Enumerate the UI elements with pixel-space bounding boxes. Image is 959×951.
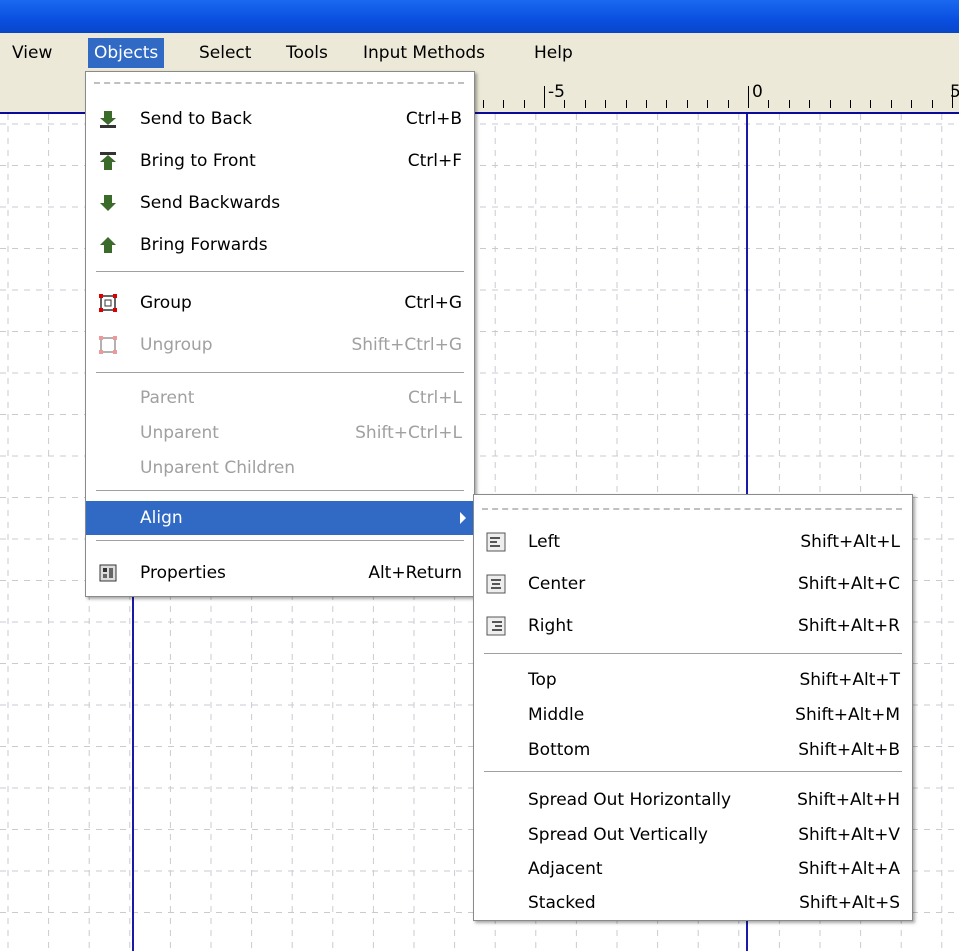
bring-forwards-icon — [100, 237, 116, 253]
menu-item-properties[interactable]: Properties Alt+Return — [86, 556, 474, 590]
menu-select[interactable]: Select — [193, 38, 257, 68]
tearoff-line[interactable] — [94, 82, 464, 84]
menu-separator — [484, 771, 902, 772]
ungroup-icon — [99, 336, 117, 354]
menu-item-align-top[interactable]: Top Shift+Alt+T — [474, 663, 912, 697]
menu-separator — [96, 490, 464, 491]
ruler-tick — [625, 100, 627, 108]
menu-bar: View Objects Select Tools Input Methods … — [0, 33, 959, 72]
menu-item-adjacent[interactable]: Adjacent Shift+Alt+A — [474, 852, 912, 886]
menu-item-send-to-back[interactable]: Send to Back Ctrl+B — [86, 102, 474, 136]
bring-to-front-icon — [100, 152, 116, 170]
menu-item-bring-to-front[interactable]: Bring to Front Ctrl+F — [86, 144, 474, 178]
submenu-arrow-icon — [460, 512, 466, 524]
ruler-tick — [707, 100, 709, 108]
menu-item-align-right[interactable]: Right Shift+Alt+R — [474, 609, 912, 643]
align-center-icon — [486, 574, 506, 594]
ruler-tick — [544, 86, 545, 108]
ruler-tick — [870, 100, 872, 108]
menu-item-align-bottom[interactable]: Bottom Shift+Alt+B — [474, 733, 912, 767]
menu-item-unparent-children: Unparent Children — [140, 458, 296, 478]
send-backwards-icon — [100, 195, 116, 211]
menu-item-ungroup: Ungroup Shift+Ctrl+G — [86, 328, 474, 362]
menu-item-bring-forwards[interactable]: Bring Forwards — [86, 228, 474, 262]
menu-separator — [96, 540, 464, 541]
ruler-tick — [829, 100, 831, 108]
menu-objects[interactable]: Objects — [88, 38, 165, 68]
ruler-label: 0 — [752, 82, 763, 102]
guide-line-left — [132, 590, 134, 951]
ruler-tick — [482, 100, 484, 108]
ruler-tick — [890, 100, 892, 108]
menu-item-group[interactable]: Group Ctrl+G — [86, 286, 474, 320]
ruler-tick — [768, 100, 770, 108]
menu-item-send-backwards[interactable]: Send Backwards — [86, 186, 474, 220]
menu-item-unparent: Unparent Shift+Ctrl+L — [140, 423, 462, 443]
menu-item-align-left[interactable]: Left Shift+Alt+L — [474, 525, 912, 559]
menu-input-methods[interactable]: Input Methods — [357, 38, 491, 68]
menu-separator — [96, 271, 464, 272]
ruler-tick — [809, 100, 811, 108]
ruler-tick — [788, 100, 790, 108]
ruler-tick — [911, 100, 913, 108]
ruler-label: -5 — [548, 82, 565, 102]
menu-item-align-middle[interactable]: Middle Shift+Alt+M — [474, 698, 912, 732]
menu-item-spread-horizontally[interactable]: Spread Out Horizontally Shift+Alt+H — [474, 783, 912, 817]
menu-separator — [484, 653, 902, 654]
menu-item-align-center[interactable]: Center Shift+Alt+C — [474, 567, 912, 601]
menu-separator — [96, 372, 464, 373]
menu-view[interactable]: View — [6, 38, 58, 68]
title-bar — [0, 0, 959, 33]
menu-item-spread-vertically[interactable]: Spread Out Vertically Shift+Alt+V — [474, 818, 912, 852]
align-right-icon — [486, 616, 506, 636]
menu-item-stacked[interactable]: Stacked Shift+Alt+S — [474, 886, 912, 920]
ruler-tick — [584, 100, 586, 108]
menu-tools[interactable]: Tools — [280, 38, 334, 68]
align-left-icon — [486, 532, 506, 552]
ruler-tick — [748, 86, 749, 108]
ruler-tick — [564, 100, 566, 108]
group-icon — [99, 294, 117, 312]
menu-item-align[interactable]: Align — [86, 501, 474, 535]
guide-line-right-lower — [746, 920, 748, 951]
ruler-tick — [952, 86, 953, 108]
objects-menu: Send to Back Ctrl+B Bring to Front Ctrl+F … — [85, 71, 475, 597]
align-submenu: Left Shift+Alt+L Center Shift+Alt+C Right S… — [473, 494, 913, 921]
send-to-back-icon — [100, 111, 116, 128]
ruler-tick — [605, 100, 607, 108]
ruler-tick — [666, 100, 668, 108]
ruler-tick — [503, 100, 505, 108]
ruler-tick — [523, 100, 525, 108]
guide-line-right — [746, 114, 748, 495]
tearoff-line[interactable] — [482, 508, 902, 510]
ruler-tick — [850, 100, 851, 108]
ruler-tick — [931, 100, 933, 108]
menu-help[interactable]: Help — [528, 38, 579, 68]
properties-icon — [99, 564, 117, 582]
ruler-tick — [686, 100, 688, 108]
ruler-tick — [727, 100, 729, 108]
menu-item-parent: Parent Ctrl+L — [140, 388, 462, 408]
ruler-tick — [646, 100, 647, 108]
